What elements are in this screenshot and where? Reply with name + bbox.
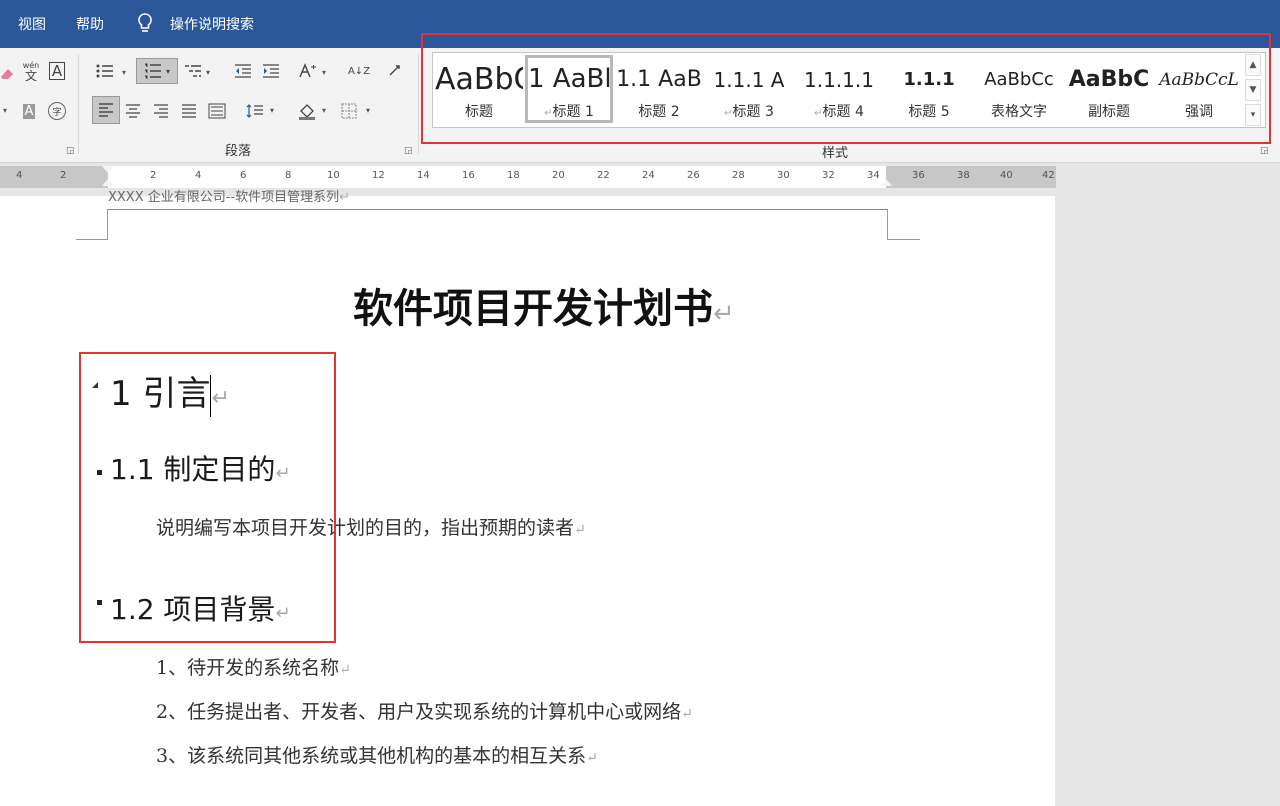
page-header: XXXX 企业有限公司--软件项目管理系列↵ — [108, 190, 351, 205]
line-spacing-icon[interactable] — [244, 100, 266, 122]
paragraph-dialog-launcher-icon[interactable]: ◲ — [404, 146, 413, 156]
chevron-down-icon[interactable]: ▾ — [3, 106, 7, 115]
menu-help[interactable]: 帮助 — [76, 16, 104, 34]
chevron-down-icon[interactable]: ▾ — [122, 68, 126, 77]
character-border-button[interactable]: A — [46, 60, 68, 82]
chevron-down-icon[interactable]: ▾ — [322, 106, 326, 115]
horizontal-ruler[interactable]: 4 2 2 4 6 8 10 12 14 16 18 20 22 24 26 2… — [0, 166, 1056, 188]
list-item: 2、任务提出者、开发者、用户及实现系统的计算机中心或网络↵ — [156, 701, 693, 723]
list-item: 1、待开发的系统名称↵ — [156, 657, 351, 679]
header-rule — [108, 209, 888, 210]
borders-icon[interactable] — [338, 100, 360, 122]
show-marks-icon[interactable] — [384, 60, 406, 82]
chevron-down-icon[interactable]: ▾ — [206, 68, 210, 77]
tell-me-search[interactable]: 操作说明搜索 — [170, 16, 254, 34]
menu-view[interactable]: 视图 — [18, 16, 46, 34]
right-indent-marker[interactable] — [880, 179, 892, 186]
align-left-button[interactable] — [92, 96, 120, 124]
shading-icon[interactable] — [296, 100, 318, 122]
paragraph-group-label: 段落 — [225, 144, 252, 159]
chevron-down-icon[interactable]: ▾ — [322, 68, 326, 77]
font-dialog-launcher-icon[interactable]: ◲ — [66, 146, 75, 156]
align-center-icon[interactable] — [122, 100, 144, 122]
justify-icon[interactable] — [178, 100, 200, 122]
styles-dialog-launcher-icon[interactable]: ◲ — [1260, 146, 1269, 156]
phonetic-guide-button[interactable]: wén 文 — [20, 60, 42, 82]
hanging-indent-marker[interactable] — [102, 179, 114, 186]
eraser-icon[interactable] — [0, 62, 18, 84]
numbering-button[interactable]: ▾ — [136, 58, 178, 84]
multilevel-list-icon[interactable] — [182, 60, 204, 82]
headings-highlight-box — [79, 352, 336, 643]
bullets-icon[interactable] — [94, 60, 116, 82]
margin-corner — [76, 209, 108, 240]
first-line-indent-marker[interactable] — [102, 166, 114, 173]
group-divider — [78, 54, 79, 154]
chevron-down-icon[interactable]: ▾ — [270, 106, 274, 115]
asian-layout-icon[interactable] — [296, 60, 318, 82]
list-item: 3、该系统同其他系统或其他机构的基本的相互关系↵ — [156, 745, 598, 767]
decrease-indent-icon[interactable] — [232, 60, 254, 82]
styles-group-label: 样式 — [822, 146, 849, 161]
distributed-icon[interactable] — [206, 100, 228, 122]
character-shading-button[interactable]: A — [18, 100, 40, 122]
group-divider — [418, 54, 419, 154]
styles-highlight-box — [421, 33, 1271, 144]
increase-indent-icon[interactable] — [260, 60, 282, 82]
enclose-characters-button[interactable]: 字 — [46, 100, 68, 122]
align-right-icon[interactable] — [150, 100, 172, 122]
document-title: 软件项目开发计划书↵ — [353, 286, 735, 332]
sort-button[interactable]: A↓Z — [348, 60, 370, 82]
lightbulb-icon — [136, 12, 154, 40]
margin-corner — [887, 209, 920, 240]
chevron-down-icon[interactable]: ▾ — [366, 106, 370, 115]
